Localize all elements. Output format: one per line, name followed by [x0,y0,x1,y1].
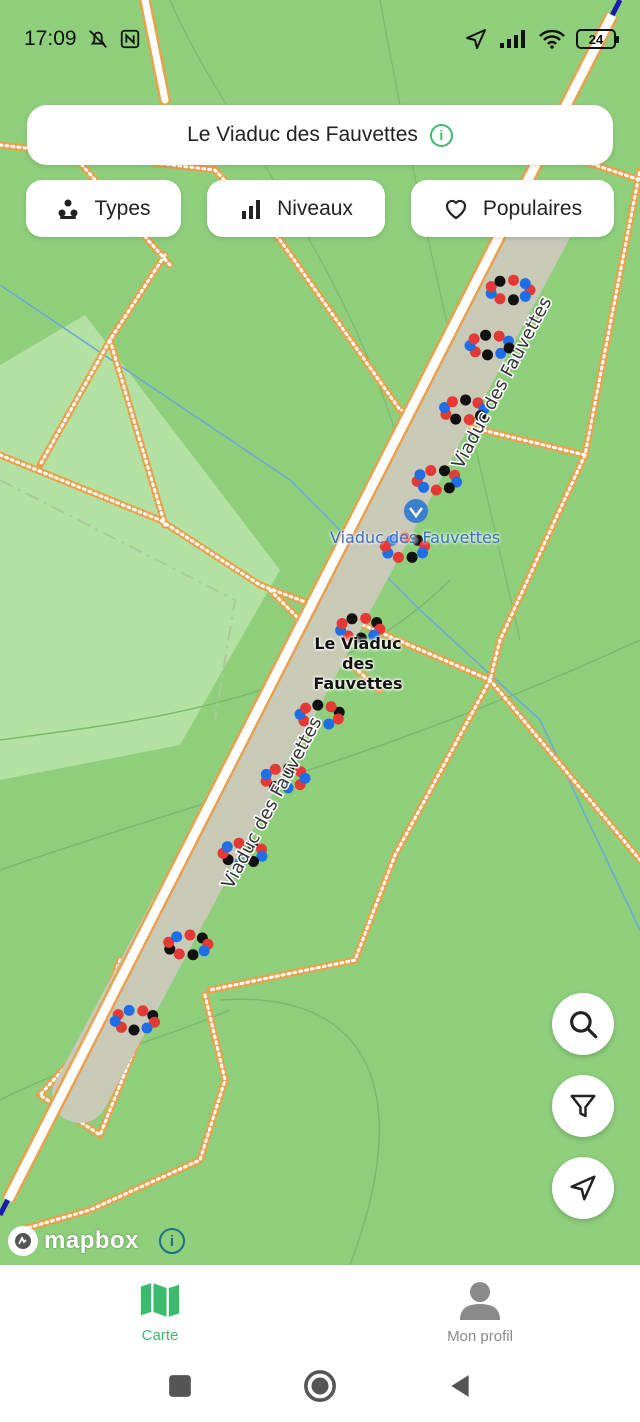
route-marker[interactable] [336,618,348,629]
filter-popular-button[interactable]: Populaires [411,180,614,237]
filter-levels-button[interactable]: Niveaux [207,180,385,237]
route-marker[interactable] [508,294,519,306]
mapbox-wordmark: mapbox [44,1227,140,1254]
nav-map-label: Carte [141,1326,179,1344]
route-marker[interactable] [417,547,428,559]
crag-title: Le Viaduc des Fauvettes [187,123,418,146]
route-marker[interactable] [137,1005,149,1017]
route-marker[interactable] [221,841,233,853]
info-icon[interactable]: i [429,123,453,147]
route-marker[interactable] [450,413,462,425]
route-marker[interactable] [109,1015,121,1027]
map-icon [140,1282,180,1317]
user-icon [460,1281,500,1320]
search-icon [570,1011,598,1039]
home-button[interactable] [303,1369,337,1408]
status-bar: 17:09 24 [0,0,640,78]
route-marker[interactable] [360,612,372,624]
filter-types-button[interactable]: Types [26,180,181,237]
route-marker[interactable] [414,469,426,481]
route-marker[interactable] [439,465,450,477]
route-marker[interactable] [332,713,344,725]
route-marker[interactable] [392,551,404,563]
crag-title-bar[interactable]: Le Viaduc des Fauvettes i [27,105,613,165]
route-marker[interactable] [406,551,418,563]
route-marker[interactable] [300,702,312,714]
filter-types-label: Types [94,196,151,220]
bars-icon [242,199,261,219]
route-marker[interactable] [299,772,311,784]
signal-icon [500,30,525,48]
filter-popular-label: Populaires [482,196,583,220]
route-marker[interactable] [173,948,185,960]
status-time: 17:09 [24,27,77,50]
mapbox-logo-icon [8,1226,38,1256]
route-marker[interactable] [508,274,519,286]
location-arrow-icon [466,29,486,49]
route-marker[interactable] [494,275,506,287]
site-label-line2: Fauvettes [313,674,403,693]
nav-map-tab[interactable]: Carte [0,1265,320,1355]
nfc-icon [120,29,139,49]
route-marker[interactable] [418,481,430,493]
battery-level: 24 [588,31,604,47]
nav-profile-label: Mon profil [447,1327,513,1345]
heart-icon [445,199,466,219]
info-badge-text: i [439,127,444,143]
route-marker[interactable] [171,931,183,943]
navigation-arrow-icon [570,1175,596,1201]
back-button[interactable] [447,1373,473,1404]
route-marker[interactable] [198,945,210,957]
route-marker[interactable] [468,333,480,345]
route-marker[interactable] [141,1022,153,1034]
filter-levels-label: Niveaux [277,196,353,220]
mapbox-attribution: mapbox i [8,1226,186,1256]
route-marker[interactable] [443,482,455,494]
route-marker[interactable] [482,349,493,361]
mute-bell-icon [88,30,107,48]
route-marker[interactable] [446,396,458,408]
route-marker[interactable] [460,394,472,406]
route-marker[interactable] [184,929,196,941]
route-marker[interactable] [128,1024,140,1036]
route-marker[interactable] [346,613,358,625]
site-label[interactable]: Le Viaduc des Fauvettes [298,634,418,694]
map-locate-button[interactable] [552,1157,614,1219]
poi-label[interactable]: Viaduc des Fauvettes [330,528,500,547]
bottom-navigation: Carte Mon profil [0,1265,640,1355]
map-search-button[interactable] [552,993,614,1055]
route-marker[interactable] [480,329,492,341]
route-marker[interactable] [519,290,531,302]
route-marker[interactable] [519,278,531,290]
route-marker[interactable] [430,484,442,496]
route-marker[interactable] [493,330,505,342]
wifi-icon [539,29,565,49]
route-marker[interactable] [123,1004,135,1016]
types-icon [58,199,78,219]
route-marker[interactable] [187,949,199,961]
battery-icon: 24 [576,29,619,49]
attribution-info-icon[interactable]: i [159,1228,186,1254]
recents-button[interactable] [167,1373,193,1404]
system-navigation-bar [0,1355,640,1422]
site-label-line1: Le Viaduc des [314,634,402,673]
route-marker[interactable] [425,465,437,476]
filter-icon [570,1094,596,1118]
route-marker[interactable] [325,701,337,713]
route-marker[interactable] [312,699,324,711]
map-filter-button[interactable] [552,1075,614,1137]
nav-profile-tab[interactable]: Mon profil [320,1265,640,1355]
